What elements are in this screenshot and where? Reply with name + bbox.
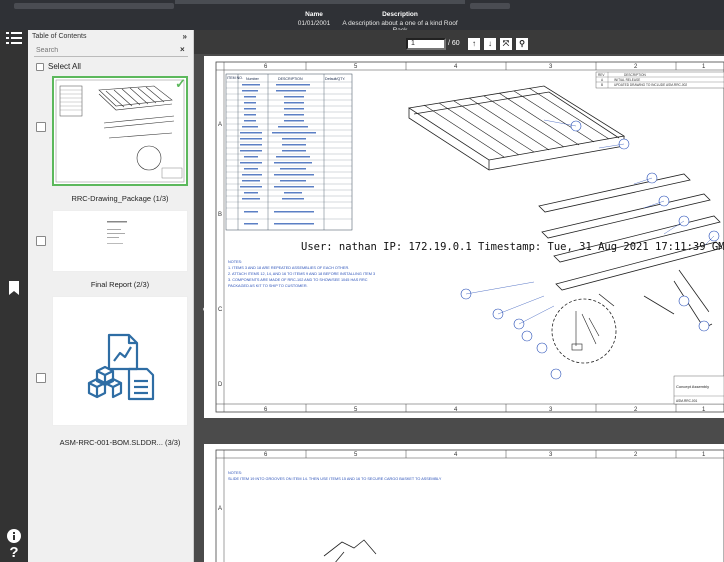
header-bar: Name 01/01/2001 Description A descriptio… — [0, 0, 724, 34]
header-placeholder-left — [14, 3, 174, 9]
toc-item-checkbox[interactable] — [36, 236, 46, 246]
column-number: 1 — [702, 452, 706, 458]
toc-item-label: RRC-Drawing_Package (1/3) — [71, 194, 169, 203]
assembly-drawing: 6 5 4 3 2 1 6 5 4 3 2 1 A B C D ITEM NO.… — [215, 61, 724, 413]
name-column-header: Name — [305, 11, 323, 18]
next-page-chevron-icon[interactable]: › — [702, 288, 718, 328]
left-icon-rail: ? — [0, 30, 28, 562]
select-all-row[interactable]: Select All — [36, 62, 81, 71]
name-value: 01/01/2001 — [297, 20, 331, 27]
notes-line: SLIDE ITEM 19 INTO GROOVES ON ITEM 14. T… — [228, 477, 442, 481]
row-letter: D — [218, 382, 223, 388]
drawing-sheet-1: 6 5 4 3 2 1 6 5 4 3 2 1 A B C D ITEM NO.… — [204, 56, 724, 418]
toc-item-checkbox[interactable] — [36, 373, 46, 383]
bill-of-materials-table: ITEM NO. Number DESCRIPTION Default/QTY. — [225, 73, 353, 231]
next-page-arrow-icon[interactable]: ↓ — [484, 38, 496, 50]
search-icon[interactable]: ⚲ — [516, 38, 528, 50]
title-block-number: ASM-RRC-001 — [676, 399, 697, 403]
toc-item-thumbnail[interactable] — [52, 296, 188, 426]
toc-item-label: Final Report (2/3) — [90, 280, 150, 289]
toc-item-checkbox[interactable] — [36, 122, 46, 132]
revision-cell: INITIAL RELEASE — [614, 78, 640, 82]
header-placeholder-right — [470, 3, 510, 9]
title-block-title: Concept Assembly — [676, 384, 709, 389]
column-number: 6 — [264, 64, 268, 70]
list-icon[interactable] — [6, 30, 22, 46]
toc-item-drawing-package[interactable]: ✓ RRC-Drawing_Package (1/3) — [32, 76, 190, 204]
toc-header: Table of Contents » — [28, 30, 193, 44]
column-number: 1 — [702, 64, 706, 70]
column-number: 5 — [354, 64, 358, 70]
row-letter: A — [218, 122, 222, 128]
collapse-panel-button[interactable]: » — [183, 32, 187, 41]
column-number: 4 — [454, 452, 458, 458]
select-all-checkbox[interactable] — [36, 62, 44, 71]
toc-item-bom[interactable]: ASM-RRC-001-BOM.SLDDR... (3/3) — [32, 296, 190, 456]
notes-line: 1. ITEMS 3 AND 18 ARE REPEATED ASSEMBLIE… — [228, 266, 349, 270]
clear-search-button[interactable]: × — [180, 45, 185, 54]
page-count: / 60 — [448, 40, 460, 47]
drawing-sheet-2: 6 5 4 3 2 1 A NOTES: SLIDE ITEM 19 INTO … — [204, 444, 724, 562]
bom-header: DESCRIPTION — [278, 77, 303, 81]
revision-cell: UPDATED DRAWING TO INCLUDE ASM-RRC-002 — [614, 83, 687, 87]
user-watermark: User: nathan IP: 172.19.0.1 Timestamp: T… — [301, 241, 724, 253]
toc-item-final-report[interactable]: Final Report (2/3) — [32, 210, 190, 290]
row-letter: B — [218, 212, 222, 218]
column-number: 3 — [549, 452, 553, 458]
toc-title: Table of Contents — [32, 33, 87, 40]
revision-header: REV — [598, 73, 605, 77]
notes-title: NOTES: — [228, 260, 242, 264]
previous-page-chevron-icon[interactable]: ‹ — [200, 288, 216, 328]
column-number: 3 — [549, 64, 553, 70]
previous-page-arrow-icon[interactable]: ↑ — [468, 38, 480, 50]
toc-item-thumbnail[interactable]: ✓ — [52, 76, 188, 186]
selected-check-icon: ✓ — [175, 76, 186, 91]
row-letter: C — [218, 307, 223, 313]
revision-header: DESCRIPTION — [624, 73, 646, 77]
bom-header: Default/QTY. — [325, 77, 345, 81]
help-icon[interactable]: ? — [6, 545, 22, 561]
revision-block: REV DESCRIPTION A INITIAL RELEASE B UPDA… — [595, 71, 724, 89]
cargo-basket-drawing: 6 5 4 3 2 1 A NOTES: SLIDE ITEM 19 INTO … — [215, 449, 724, 562]
drawing-thumbnail-icon — [55, 79, 185, 183]
column-number: 4 — [454, 64, 458, 70]
toc-item-thumbnail[interactable] — [52, 210, 188, 272]
row-letter: A — [218, 506, 222, 512]
notes-title: NOTES: — [228, 471, 242, 475]
page-number-input[interactable] — [406, 38, 446, 50]
roof-rack-drawing — [407, 85, 723, 364]
fit-to-screen-icon[interactable]: ⤧ — [500, 38, 512, 50]
viewer-toolbar: / 60 ↑ ↓ ⤧ ⚲ — [194, 30, 724, 54]
column-number: 2 — [634, 452, 638, 458]
bookmark-icon[interactable] — [6, 280, 22, 296]
document-viewer: / 60 ↑ ↓ ⤧ ⚲ 6 5 4 3 — [194, 30, 724, 562]
bom-header: Number — [246, 77, 260, 81]
column-number: 2 — [634, 64, 638, 70]
bom-document-icon — [87, 333, 155, 401]
title-block: Concept Assembly ASM-RRC-001 — [673, 375, 724, 405]
drawing-notes: NOTES: 1. ITEMS 3 AND 18 ARE REPEATED AS… — [228, 260, 375, 288]
column-number: 5 — [354, 452, 358, 458]
report-thumbnail-icon — [103, 215, 139, 267]
header-title-strip — [175, 0, 465, 4]
bom-header: ITEM NO. — [227, 76, 243, 80]
info-icon[interactable] — [6, 528, 22, 544]
toc-search-input[interactable] — [34, 44, 188, 57]
column-number: 6 — [264, 452, 268, 458]
notes-line: 2. ATTACH ITEMS 12, 14, AND 16 TO ITEMS … — [228, 272, 375, 276]
description-column-header: Description — [382, 11, 418, 18]
toc-item-label: ASM-RRC-001-BOM.SLDDR... (3/3) — [59, 438, 181, 447]
table-of-contents-panel: Table of Contents » × Select All — [28, 30, 194, 562]
header-name-column: Name 01/01/2001 — [294, 11, 334, 27]
notes-line: PACKAGED AS KIT TO SHIP TO CUSTOMER. — [228, 284, 308, 288]
revision-cell: B — [601, 83, 603, 87]
notes-line: 3. COMPONENTS ARE MADE OF RRC-102 AND TO… — [228, 278, 368, 282]
select-all-label: Select All — [48, 62, 81, 71]
